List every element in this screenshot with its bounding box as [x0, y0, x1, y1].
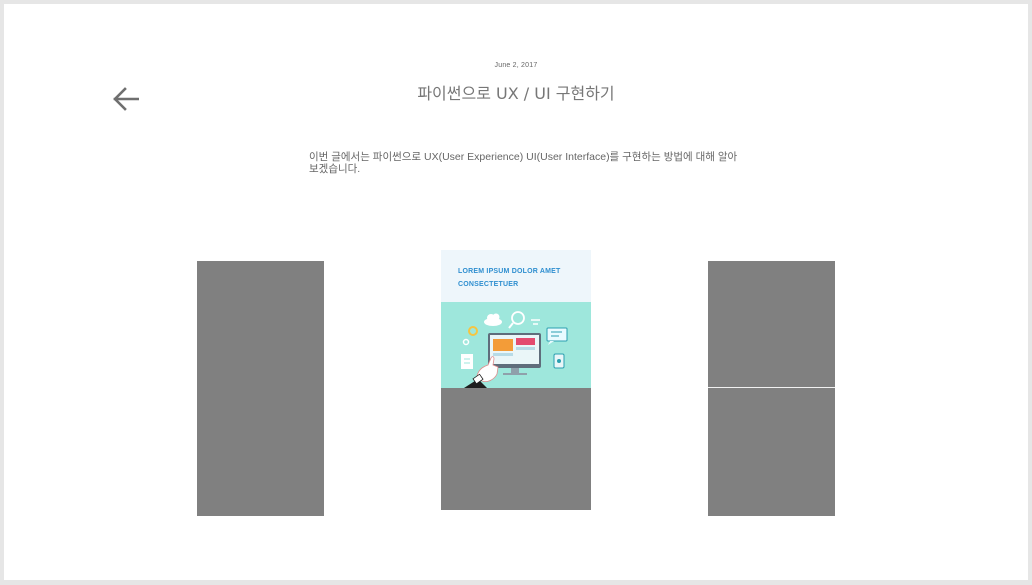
gear-icon — [462, 326, 478, 346]
card-heading-line1: LOREM IPSUM DOLOR AMET — [458, 268, 561, 275]
screen-mockup-right — [708, 261, 835, 516]
divider — [708, 387, 835, 388]
search-icon — [508, 311, 525, 329]
mobile-icon — [553, 353, 565, 369]
chat-icon — [546, 327, 568, 345]
computer-touch-illustration — [441, 302, 591, 388]
post-date: June 2, 2017 — [494, 62, 538, 69]
card-heading-line2: CONSECTETUER — [458, 281, 519, 288]
cloud-icon — [484, 313, 502, 326]
card-header: LOREM IPSUM DOLOR AMET CONSECTETUER — [441, 250, 591, 302]
screen-mockup-center: LOREM IPSUM DOLOR AMET CONSECTETUER — [441, 250, 591, 510]
card-heading: LOREM IPSUM DOLOR AMET CONSECTETUER — [458, 265, 583, 291]
post-title: 파이썬으로 UX / UI 구현하기 — [417, 84, 615, 103]
screen-mockup-left — [197, 261, 324, 516]
document-icon — [461, 354, 473, 369]
post-description: 이번 글에서는 파이썬으로 UX(User Experience) UI(Use… — [309, 151, 738, 175]
